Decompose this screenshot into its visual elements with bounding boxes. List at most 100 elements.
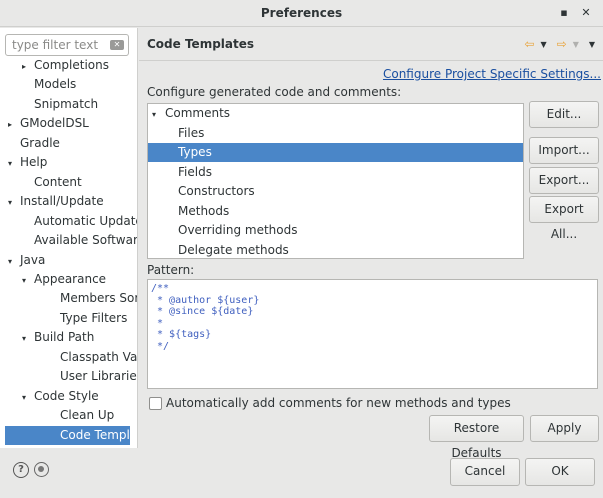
nav-tree-item-label: Type Filters: [60, 310, 128, 325]
template-tree-item-label: Files: [178, 125, 205, 140]
preference-page: Code Templates ⇦ ▼ ⇨ ▼ ▼ Configure Proje…: [139, 28, 603, 460]
expanded-arrow-icon[interactable]: ▾: [8, 154, 20, 173]
nav-tree-item[interactable]: ▾ Help: [0, 153, 137, 173]
record-icon[interactable]: [34, 462, 49, 477]
nav-tree-item[interactable]: ▾ Build Path: [0, 328, 137, 348]
nav-tree-item-label: Code Templates: [60, 427, 138, 442]
template-tree-item[interactable]: Types: [148, 143, 523, 162]
back-dropdown-icon[interactable]: ▼: [540, 40, 546, 49]
pattern-text-area[interactable]: /** * @author ${user} * @since ${date} *…: [147, 279, 598, 389]
nav-tree-item-label: Gradle: [20, 135, 60, 150]
configure-project-settings-link[interactable]: Configure Project Specific Settings...: [383, 67, 601, 81]
expanded-arrow-icon[interactable]: ▾: [22, 388, 34, 407]
nav-tree-item-label: GModelDSL: [20, 116, 89, 131]
close-button[interactable]: ✕: [579, 6, 593, 20]
nav-tree-item[interactable]: ▾ Install/Update: [0, 192, 137, 212]
template-tree-item-label: Overriding methods: [178, 223, 298, 237]
nav-tree-item-label: Classpath Variabl: [60, 349, 138, 364]
nav-tree-item[interactable]: Content: [0, 173, 137, 192]
title-bar: Preferences ▪ ✕: [0, 0, 603, 27]
nav-tree-item[interactable]: ▾ Code Style: [0, 387, 137, 407]
header-separator: [139, 60, 603, 61]
nav-tree-item-label: Code Style: [34, 388, 99, 403]
nav-tree-item-label: Clean Up: [60, 408, 115, 423]
edit-button[interactable]: Edit...: [529, 101, 599, 128]
ok-button[interactable]: OK: [525, 458, 595, 486]
nav-tree-item-label: Available Software S: [34, 233, 138, 248]
nav-tree-item-label: Automatic Updates: [34, 213, 138, 228]
view-menu-icon[interactable]: ▼: [589, 40, 595, 49]
template-tree-item[interactable]: Overriding methods: [148, 221, 523, 240]
nav-tree-item-label: Members Sort Or: [60, 291, 137, 306]
filter-input[interactable]: type filter text ✕: [5, 34, 129, 56]
expanded-arrow-icon[interactable]: ▾: [152, 105, 165, 124]
nav-tree-item-label: Appearance: [34, 271, 107, 286]
template-tree-item-label: Methods: [178, 203, 230, 218]
minimize-button[interactable]: ▪: [557, 6, 571, 20]
templates-tree[interactable]: ▾ Comments Files Types Fields Constructors Met…: [147, 103, 524, 259]
collapsed-arrow-icon[interactable]: ▸: [22, 57, 34, 76]
window-title: Preferences: [260, 6, 343, 20]
collapsed-arrow-icon[interactable]: ▸: [8, 115, 20, 134]
expanded-arrow-icon[interactable]: ▾: [8, 193, 20, 212]
page-nav-icons: ⇦ ▼ ⇨ ▼ ▼: [524, 37, 595, 51]
auto-comment-label: Automatically add comments for new metho…: [166, 396, 511, 410]
clear-filter-icon[interactable]: ✕: [110, 40, 124, 50]
nav-tree-item-label: Content: [34, 174, 82, 189]
nav-tree-item[interactable]: Clean Up: [0, 406, 137, 425]
template-tree-item[interactable]: Methods: [148, 202, 523, 221]
cancel-button[interactable]: Cancel: [450, 458, 520, 486]
nav-tree-item[interactable]: Classpath Variabl: [0, 348, 138, 367]
template-tree-item-label: Fields: [178, 164, 212, 179]
template-tree-item-label: Constructors: [178, 184, 255, 198]
nav-tree-item[interactable]: Snipmatch: [0, 95, 137, 114]
preferences-nav-tree: type filter text ✕ ▸ Completions Models Sni…: [0, 28, 138, 448]
template-tree-item-label: Types: [178, 145, 212, 159]
nav-tree-item[interactable]: ▸ Completions: [0, 56, 137, 76]
forward-arrow-icon[interactable]: ⇨: [557, 37, 567, 51]
nav-tree-item[interactable]: ▾ Appearance: [0, 270, 137, 290]
page-description: Configure generated code and comments:: [147, 85, 402, 99]
template-tree-item-label: Delegate methods: [178, 242, 289, 257]
import-button[interactable]: Import...: [529, 137, 599, 164]
nav-tree-item[interactable]: Automatic Updates: [0, 212, 138, 231]
expanded-arrow-icon[interactable]: ▾: [22, 329, 34, 348]
help-icon[interactable]: ?: [13, 462, 29, 478]
nav-tree-item[interactable]: Available Software S: [0, 231, 138, 250]
nav-tree-item[interactable]: User Libraries: [0, 367, 138, 386]
restore-defaults-button[interactable]: Restore Defaults: [429, 415, 524, 460]
nav-tree-item[interactable]: Models: [0, 75, 137, 94]
export-button[interactable]: Export...: [529, 167, 599, 194]
page-title: Code Templates: [147, 37, 255, 51]
apply-button[interactable]: Apply: [530, 415, 599, 442]
nav-tree-item[interactable]: Gradle: [0, 134, 137, 153]
nav-tree-item-label: User Libraries: [60, 369, 138, 384]
nav-tree-item[interactable]: Type Filters: [0, 309, 137, 328]
pattern-label: Pattern:: [147, 263, 195, 277]
template-tree-item[interactable]: Files: [148, 124, 523, 143]
template-tree-item[interactable]: Constructors: [148, 182, 523, 201]
auto-comment-checkbox[interactable]: Automatically add comments for new metho…: [149, 396, 511, 410]
expanded-arrow-icon[interactable]: ▾: [8, 252, 20, 271]
filter-placeholder: type filter text: [12, 38, 99, 52]
template-tree-item[interactable]: Delegate methods: [148, 241, 523, 259]
nav-tree-item[interactable]: Code Templates: [5, 425, 137, 445]
nav-tree-item[interactable]: Members Sort Or: [0, 289, 137, 308]
nav-tree-item-label: Snipmatch: [34, 96, 99, 111]
nav-tree-item[interactable]: ▸ GModelDSL: [0, 114, 137, 134]
export-all-button[interactable]: Export All...: [529, 196, 599, 241]
nav-tree-item-label: Build Path: [34, 330, 95, 345]
template-tree-item-label: Comments: [165, 106, 231, 120]
checkbox-box[interactable]: [149, 396, 162, 410]
nav-tree-item-label: Models: [34, 77, 77, 92]
nav-tree-item[interactable]: ▾ Java: [0, 251, 137, 271]
expanded-arrow-icon[interactable]: ▾: [22, 271, 34, 290]
nav-tree-item-label: Completions: [34, 58, 109, 72]
forward-dropdown-icon[interactable]: ▼: [573, 40, 579, 49]
template-tree-item[interactable]: ▾ Comments: [148, 104, 523, 123]
template-tree-item[interactable]: Fields: [148, 163, 523, 182]
nav-tree-item-label: Java: [20, 252, 46, 267]
back-arrow-icon[interactable]: ⇦: [524, 37, 534, 51]
nav-tree-item-label: Install/Update: [20, 194, 104, 209]
nav-tree-item-label: Help: [20, 155, 48, 170]
